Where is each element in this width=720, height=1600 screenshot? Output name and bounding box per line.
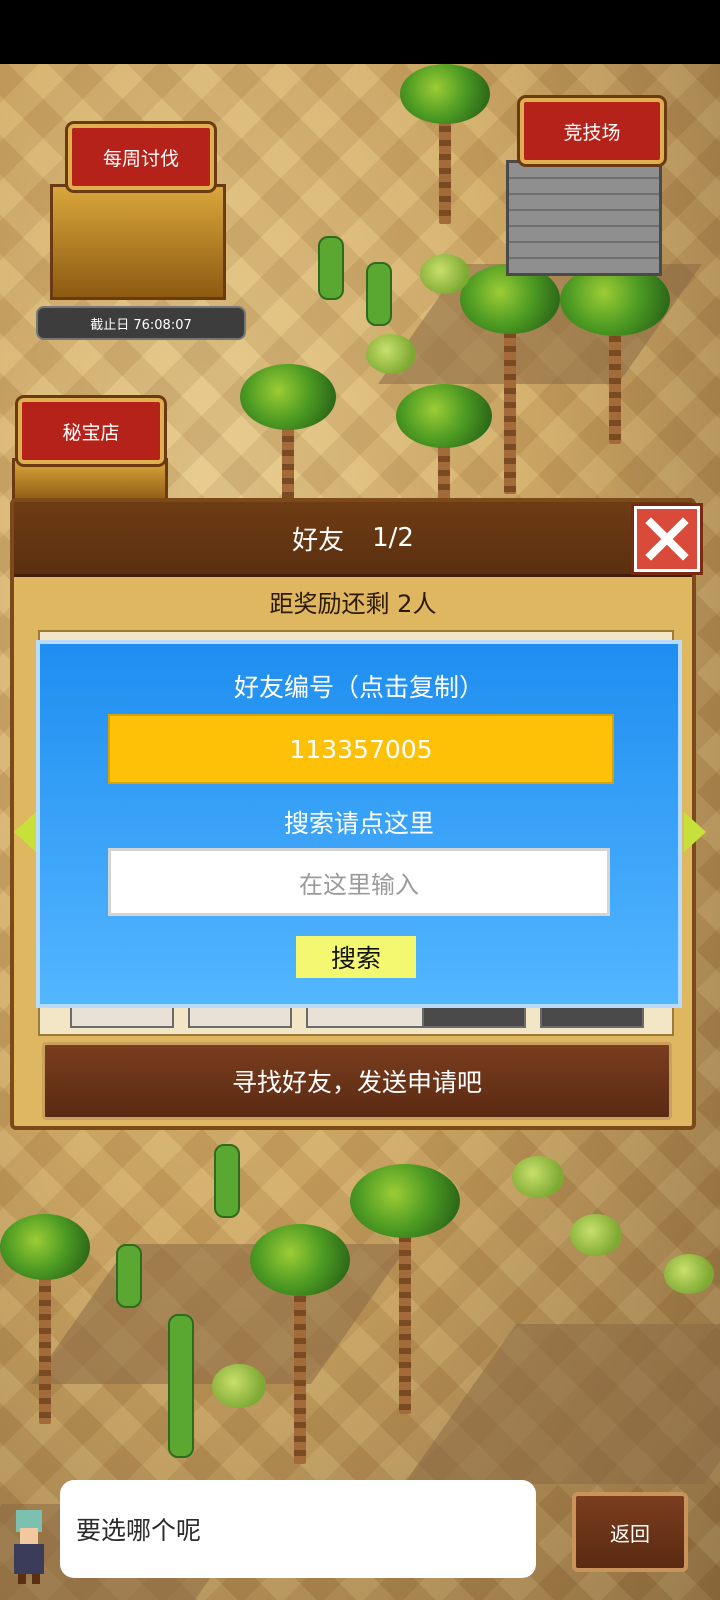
weekly-subjugation-sign[interactable]: 每周讨伐 [68,124,214,190]
palm-tree [0,1214,90,1424]
panel-page-indicator: 1/2 [372,523,414,553]
palm-tree [560,264,670,444]
palm-tree [350,1164,460,1414]
search-input-placeholder: 在这里输入 [299,870,419,899]
desert-bush [570,1214,622,1256]
search-button[interactable]: 搜索 [296,936,416,978]
desert-bush [212,1364,266,1408]
desert-bush [664,1254,714,1294]
arena-building[interactable] [506,160,662,276]
weekly-subjugation-label: 每周讨伐 [102,147,179,170]
desert-bush [420,254,470,294]
close-button[interactable] [634,506,700,572]
palm-tree [396,384,492,504]
desert-bush [512,1156,564,1198]
weekly-subjugation-building[interactable] [50,184,226,300]
desert-bush [366,334,416,374]
friend-id-copy-box[interactable]: 113357005 [108,714,614,784]
panel-title-text: 好友 [292,525,345,556]
cactus [168,1314,194,1458]
friend-id-dialog: 好友编号（点击复制） 113357005 搜索请点这里 在这里输入 搜索 [36,640,682,1008]
panel-title: 好友 1/2 [14,502,692,574]
left-arrow-icon[interactable] [14,812,36,852]
friend-card-empty[interactable] [422,1006,526,1028]
treasure-shop-sign[interactable]: 秘宝店 [18,398,164,464]
close-icon [645,517,689,561]
cactus [366,262,392,326]
palm-tree [240,364,336,514]
find-friends-label: 寻找好友，发送申请吧 [231,1068,482,1097]
friend-card[interactable] [188,1006,292,1028]
search-button-label: 搜索 [330,944,381,973]
status-bar [0,0,720,64]
friend-card-empty[interactable] [540,1006,644,1028]
palm-tree [400,64,490,224]
cactus [116,1244,142,1308]
character-avatar-icon [14,1510,44,1584]
cactus [214,1144,240,1218]
deadline-timer: 截止日 76:08:07 [36,306,246,340]
deadline-text: 截止日 76:08:07 [90,317,192,333]
friend-card[interactable] [70,1006,174,1028]
speech-text: 要选哪个呢 [76,1516,202,1545]
speech-bubble: 要选哪个呢 [60,1480,536,1578]
friend-id-value: 113357005 [289,734,433,764]
arena-label: 竞技场 [563,121,621,144]
find-friends-button[interactable]: 寻找好友，发送申请吧 [42,1042,672,1120]
reward-remaining-text: 距奖励还剩 2人 [269,590,437,618]
friend-search-input[interactable]: 在这里输入 [108,848,610,916]
treasure-shop-label: 秘宝店 [62,421,120,444]
right-arrow-icon[interactable] [684,812,706,852]
cactus [318,236,344,300]
arena-sign[interactable]: 竞技场 [520,98,664,164]
search-hint: 搜索请点这里 [283,809,434,838]
back-button[interactable]: 返回 [572,1492,688,1572]
palm-tree [250,1224,350,1464]
friend-id-title: 好友编号（点击复制） [233,673,484,702]
back-button-label: 返回 [610,1521,650,1546]
